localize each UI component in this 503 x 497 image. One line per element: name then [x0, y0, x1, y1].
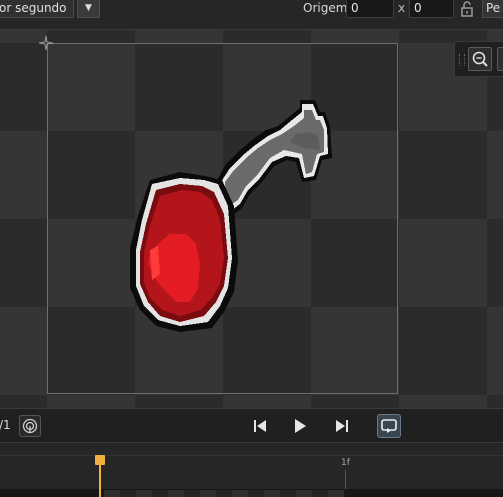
tick-mark: [345, 470, 346, 490]
timeline-ruler[interactable]: 0f 1f: [0, 455, 503, 490]
speed-mode-select[interactable]: or segundo: [0, 0, 74, 18]
playhead-line: [99, 465, 101, 497]
zoom-icon: [472, 51, 488, 67]
origin-label: Origem: [303, 1, 348, 15]
playhead-handle[interactable]: [95, 455, 105, 465]
frame-counter: /1: [0, 418, 11, 432]
loop-icon: [381, 419, 397, 433]
timeline-header: [0, 443, 503, 455]
toolbar-right-button[interactable]: Pe: [482, 0, 503, 18]
frame-cells[interactable]: [104, 490, 344, 497]
sprite-canvas[interactable]: [0, 30, 503, 408]
drag-grip-icon[interactable]: [459, 54, 465, 66]
chevron-down-icon[interactable]: ▼: [77, 0, 100, 18]
lock-open-icon[interactable]: [458, 0, 476, 18]
origin-separator: x: [398, 1, 406, 15]
sprite-image: [130, 100, 332, 332]
zoom-secondary-button[interactable]: [497, 47, 503, 71]
origin-x-field[interactable]: 0: [346, 0, 394, 18]
skip-to-end-icon[interactable]: [332, 416, 352, 436]
tick-label-1: 1f: [341, 458, 350, 468]
zoom-panel: [454, 41, 503, 77]
skip-to-start-icon[interactable]: [250, 416, 270, 436]
zoom-button[interactable]: [468, 47, 492, 71]
timeline[interactable]: 0f 1f: [0, 443, 503, 497]
onion-skin-button[interactable]: [19, 415, 41, 437]
play-icon[interactable]: [290, 416, 310, 436]
animation-toolbar: or segundo ▼ Origem 0 x 0 Pe: [0, 0, 503, 30]
origin-y-field[interactable]: 0: [409, 0, 454, 18]
loop-toggle-button[interactable]: [377, 414, 401, 438]
onion-skin-icon: [22, 418, 38, 434]
playback-bar: /1: [0, 408, 503, 443]
